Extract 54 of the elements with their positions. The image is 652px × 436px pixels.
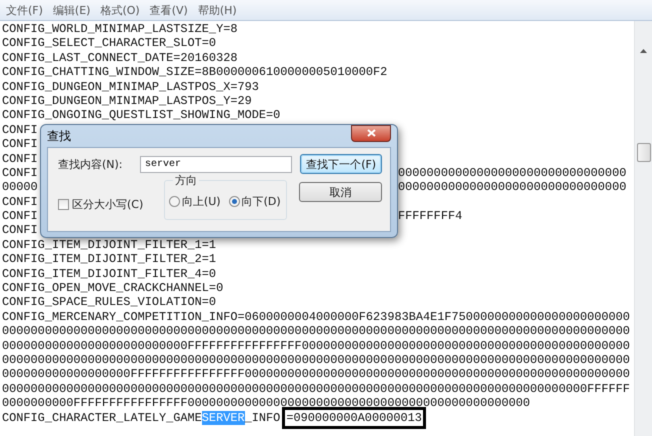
text-line: 0000000000000000000000000000000000000000000000000000000000000000000000000000000000000000 <box>2 352 631 368</box>
text-line: 00000 <box>2 180 38 195</box>
find-field[interactable]: server <box>140 156 292 172</box>
menu-item[interactable]: 编辑(E) <box>50 2 98 18</box>
text-line: 0000000000000000000000000000000000000000000000000000000000000000000000000000000000FFFFFF <box>2 382 631 396</box>
radio-button[interactable] <box>168 196 180 207</box>
checkbox[interactable] <box>58 199 69 210</box>
text-line: 0000000000000000000000000000000000000000000000000000000000000000000000000000000000000000 <box>2 324 631 339</box>
text-line: 0000000000FFFFFFFFFFFFFFFF000000000000000000000000000000000000000000000000 <box>2 396 532 411</box>
text-line: 00000000000000000000000000000000 <box>398 180 628 195</box>
menu-item[interactable]: 文件(F) <box>4 2 51 18</box>
find-label: 查找内容(N): <box>58 156 124 172</box>
cancel-button[interactable]: 取消 <box>299 182 382 202</box>
menu-item[interactable]: 查看(V) <box>148 2 196 18</box>
radio-label: 向下(D) <box>242 194 281 209</box>
text-line: CONFIG_ITEM_DIJOINT_FILTER_4=0 <box>2 266 218 282</box>
text-line: CONFI <box>2 122 38 138</box>
close-icon <box>366 129 376 137</box>
close-button[interactable] <box>351 124 391 142</box>
text-line: 00000000000000000000000000FFFFFFFFFFFFFFFF0000000000000000000000000000000000000000000000 <box>2 338 631 353</box>
text-line: CONFI <box>2 209 38 224</box>
scroll-thumb[interactable] <box>636 143 650 162</box>
text-line: FFFFFFFF4 <box>398 209 464 224</box>
menu-item[interactable]: 帮助(H) <box>196 2 245 18</box>
text-line: CONFIG_MERCENARY_COMPETITION_INFO=0600000004000000F623983BA4E1F7500000000000000000000000 <box>2 310 631 324</box>
text-line: CONFIG_DUNGEON_MINIMAP_LASTPOS_X=793 <box>2 80 260 94</box>
text-line: CONFIG_ITEM_DIJOINT_FILTER_1=1 <box>2 238 218 252</box>
text-line: CONFI <box>2 223 38 238</box>
text-line: CONFI <box>2 152 38 166</box>
text-line: CONFIG_LAST_CONNECT_DATE=20160328 <box>2 50 238 66</box>
find-next-button[interactable]: 查找下一个(F) <box>300 154 382 174</box>
scroll-up-icon[interactable] <box>640 49 647 53</box>
text-line: 000000000000000000FFFFFFFFFFFFFFFF000000000000000000000000000000000000000000000000000000 <box>2 367 631 382</box>
menu-item[interactable]: 格式(O) <box>98 2 148 18</box>
text-line: CONFI <box>2 194 38 210</box>
text-line: CONFIG_WORLD_MINIMAP_LASTSIZE_Y=8 <box>2 22 238 36</box>
text-line: CONFIG_ONGOING_QUESTLIST_SHOWING_MODE=0 <box>2 108 282 123</box>
text-line: 00000000000000000000000000000000 <box>398 166 628 180</box>
checkbox-label: 区分大小写(C) <box>72 197 144 212</box>
text-line: CONFI <box>2 166 38 180</box>
dialog-title: 查找 <box>47 128 71 144</box>
text-line: CONFIG_ITEM_DIJOINT_FILTER_2=1 <box>2 252 218 267</box>
vertical-scrollbar[interactable] <box>634 21 652 436</box>
radio-label: 向上(U) <box>182 194 221 209</box>
config-text: CONFIG_CHARACTER_LATELY_GAME <box>2 410 202 425</box>
selected-text: SERVER <box>202 410 245 425</box>
text-line: CONFIG_CHATTING_WINDOW_SIZE=8B0000006100000005010000F2 <box>2 65 388 80</box>
text-line: CONFI <box>2 137 38 152</box>
text-line: CONFIG_DUNGEON_MINIMAP_LASTPOS_Y=29 <box>2 94 253 108</box>
group-label: 方向 <box>172 173 199 188</box>
text-line: CONFIG_SPACE_RULES_VIOLATION=0 <box>2 295 218 310</box>
text-line: CONFIG_SELECT_CHARACTER_SLOT=0 <box>2 36 218 51</box>
radio-button[interactable] <box>228 196 240 207</box>
text-line: CONFIG_OPEN_MOVE_CRACKCHANNEL=0 <box>2 281 224 296</box>
